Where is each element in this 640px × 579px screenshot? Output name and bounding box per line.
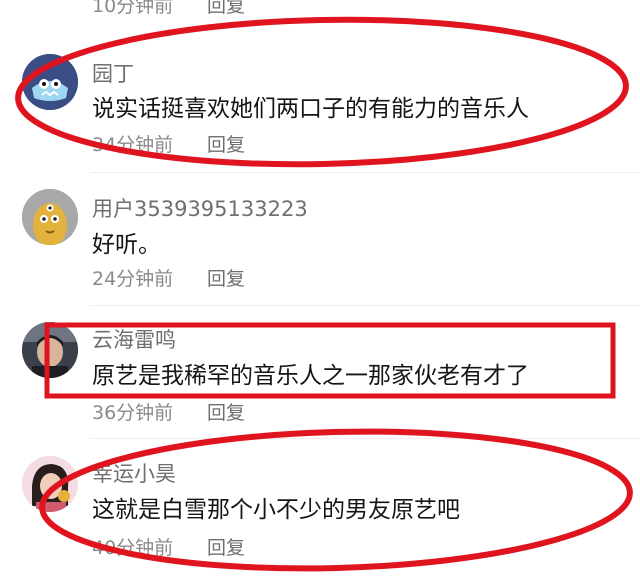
robot-avatar-icon [22,54,78,110]
default-avatar-icon [22,189,78,245]
reply-button[interactable]: 回复 [207,130,245,157]
comment-username[interactable]: 云海雷鸣 [92,324,176,354]
comment-time: 40分钟前 [92,537,174,559]
comment-item: 云海雷鸣 原艺是我稀罕的音乐人之一那家伙老有才了 36分钟前 回复 [0,318,640,436]
avatar[interactable] [22,456,78,512]
reply-button[interactable]: 回复 [207,0,245,18]
comment-text: 说实话挺喜欢她们两口子的有能力的音乐人 [92,96,529,122]
comment-text: 原艺是我稀罕的音乐人之一那家伙老有才了 [92,363,529,389]
user-photo-icon [22,456,78,512]
avatar[interactable] [22,54,78,110]
comment-item: 幸运小昊 这就是白雪那个小不少的男友原艺吧 40分钟前 回复 [0,452,640,572]
avatar[interactable] [22,189,78,245]
divider [90,172,640,173]
user-photo-icon [22,322,78,378]
comment-username[interactable]: 幸运小昊 [92,458,176,488]
comment-text: 这就是白雪那个小不少的男友原艺吧 [92,497,460,523]
comment-partial: 10分钟前 回复 [0,0,640,20]
comment-item: 园丁 说实话挺喜欢她们两口子的有能力的音乐人 34分钟前 回复 [0,50,640,180]
comment-username[interactable]: 园丁 [92,58,134,88]
comment-username[interactable]: 用户3539395133223 [92,193,308,223]
avatar[interactable] [22,322,78,378]
comment-time: 10分钟前 [92,0,174,17]
divider [90,305,640,306]
reply-button[interactable]: 回复 [207,264,245,291]
comment-time: 36分钟前 [92,402,174,424]
divider [90,438,640,439]
comment-item: 用户3539395133223 好听。 24分钟前 回复 [0,185,640,305]
comment-text: 好听。 [92,232,161,258]
reply-button[interactable]: 回复 [207,533,245,560]
comment-time: 24分钟前 [92,268,174,290]
reply-button[interactable]: 回复 [207,398,245,425]
comment-time: 34分钟前 [92,134,174,156]
